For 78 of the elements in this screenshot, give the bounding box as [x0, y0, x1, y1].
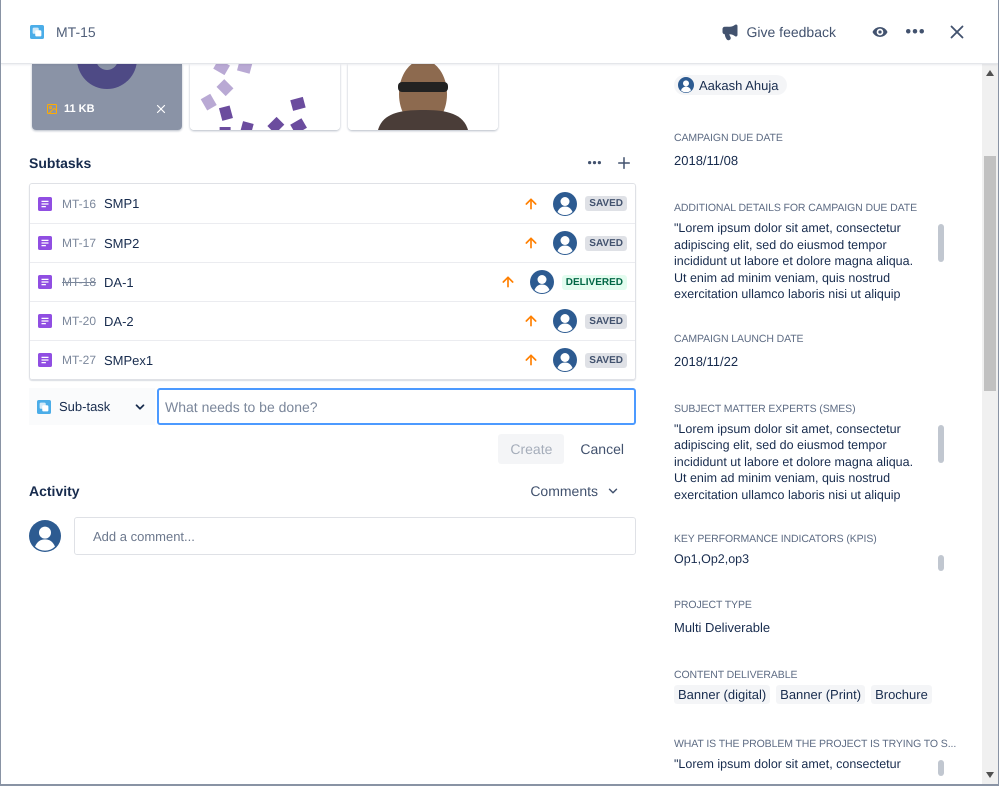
field-value: Op1,Op2,op3: [674, 551, 750, 568]
field-value: Multi Deliverable: [674, 620, 772, 635]
field-value: "Lorem ipsum dolor sit amet, consectetur: [674, 756, 902, 773]
avatar-icon: [530, 270, 554, 294]
priority-icon: [523, 313, 540, 329]
feedback-button[interactable]: Give feedback: [714, 18, 842, 44]
issue-type-select[interactable]: Sub-task: [29, 388, 155, 425]
priority-icon: [523, 196, 540, 212]
status-lozenge: SAVED: [585, 236, 627, 250]
issue-key[interactable]: MT-27: [62, 353, 96, 367]
field-value: 2018/11/08: [674, 153, 740, 168]
user-chip[interactable]: Aakash Ahuja: [674, 75, 787, 95]
field-label: CAMPAIGN LAUNCH DATE: [674, 332, 804, 344]
avatar-icon: [678, 77, 694, 93]
priority-icon: [523, 352, 540, 368]
field-label: CAMPAIGN DUE DATE: [674, 132, 783, 144]
section-title: Subtasks: [29, 155, 92, 171]
issue-key[interactable]: MT-20: [62, 314, 96, 328]
issue-key[interactable]: MT-16: [62, 196, 96, 210]
tag: Banner (Print): [776, 685, 866, 704]
issue-key[interactable]: MT-15: [56, 24, 96, 40]
field-label: WHAT IS THE PROBLEM THE PROJECT IS TRYING TO S...: [674, 738, 956, 750]
file-size: 11 KB: [64, 103, 96, 115]
scroll-thumb[interactable]: [938, 424, 944, 462]
task-type-icon: [38, 236, 52, 250]
tag: Banner (digital): [674, 685, 770, 704]
image-icon: [46, 103, 58, 115]
megaphone-icon: [720, 22, 738, 40]
user-avatar-icon: [29, 520, 61, 552]
field-label: SUBJECT MATTER EXPERTS (SMES): [674, 402, 856, 414]
priority-icon: [523, 235, 540, 251]
scroll-thumb[interactable]: [938, 555, 944, 571]
field-label: CONTENT DELIVERABLE: [674, 669, 798, 681]
activity-filter[interactable]: Comments: [530, 483, 636, 499]
scroll-thumb[interactable]: [938, 224, 944, 262]
issue-key[interactable]: MT-17: [62, 236, 96, 250]
tag: Brochure: [871, 685, 932, 704]
scroll-thumb[interactable]: [938, 760, 944, 776]
priority-icon: [500, 274, 516, 290]
status-lozenge: SAVED: [585, 314, 627, 328]
cancel-button[interactable]: Cancel: [568, 434, 636, 464]
task-type-icon: [38, 353, 52, 367]
avatar-icon: [553, 309, 578, 333]
status-lozenge: DELIVERED: [562, 274, 627, 290]
scrollbar-thumb[interactable]: [984, 156, 996, 391]
issue-key[interactable]: MT-18: [62, 275, 96, 289]
avatar-icon: [553, 192, 578, 216]
subtask-summary[interactable]: SMP1: [104, 196, 524, 211]
field-label: PROJECT TYPE: [674, 599, 752, 611]
more-icon: [588, 161, 601, 165]
subtask-summary[interactable]: DA-2: [104, 314, 524, 328]
comment-field[interactable]: Add a comment...: [74, 517, 636, 555]
section-title: Activity: [29, 483, 81, 499]
subtask-type-icon: [30, 24, 44, 38]
field-label: ADDITIONAL DETAILS FOR CAMPAIGN DUE DATE: [674, 202, 917, 214]
avatar-icon: [553, 348, 578, 372]
add-icon[interactable]: [615, 154, 633, 172]
task-type-icon: [38, 196, 52, 210]
more-icon: [906, 29, 924, 34]
remove-icon[interactable]: [154, 102, 168, 116]
status-lozenge: SAVED: [585, 352, 627, 368]
field-value: "Lorem ipsum dolor sit amet, consectetur adipiscing elit, sed do eiusmod tempor incididunt ut labore et dolore magna aliqua. Ut enim ad minim veniam, quis nostrud exercitation ullamco laboris nisi ut aliquip: [674, 420, 914, 503]
field-value: "Lorem ipsum dolor sit amet, consectetur adipiscing elit, sed do eiusmod tempor incididunt ut labore et dolore magna aliqua. Ut enim ad minim veniam, quis nostrud exercitation ullamco laboris nisi ut aliquip: [674, 220, 914, 302]
scroll-down-icon[interactable]: [986, 772, 994, 778]
field-value: 2018/11/22: [674, 354, 740, 368]
scrollbar[interactable]: [982, 64, 998, 784]
subtask-summary[interactable]: SMP2: [104, 236, 524, 250]
more-button[interactable]: [904, 27, 926, 36]
scroll-up-icon[interactable]: [986, 70, 994, 76]
subtask-summary[interactable]: DA-1: [104, 274, 500, 290]
avatar-icon: [553, 231, 578, 255]
subtask-type-icon: [37, 400, 51, 414]
task-type-icon: [38, 314, 52, 328]
task-type-icon: [38, 275, 52, 289]
field-label: KEY PERFORMANCE INDICATORS (KPIS): [674, 533, 877, 545]
summary-input[interactable]: What needs to be done?: [157, 388, 636, 425]
status-lozenge: SAVED: [585, 196, 627, 211]
subtask-summary[interactable]: SMPex1: [104, 352, 524, 368]
